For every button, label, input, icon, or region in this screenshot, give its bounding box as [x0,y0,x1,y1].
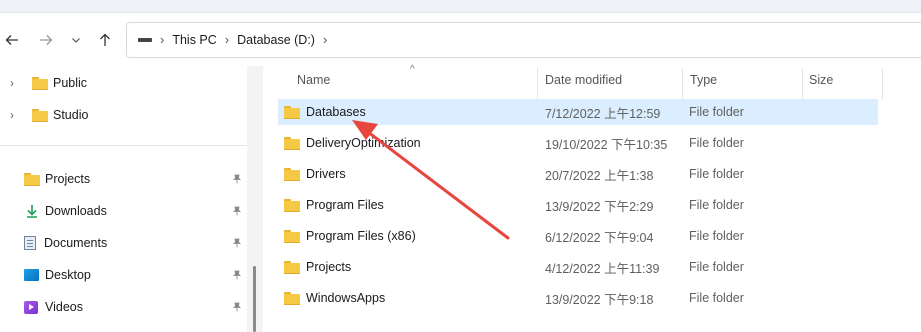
quick-access-desktop[interactable]: Desktop [24,264,91,286]
pin-icon[interactable] [232,270,242,280]
nav-item-label: Desktop [45,268,91,282]
folder-icon [284,167,300,181]
pin-icon[interactable] [232,238,242,248]
nav-item-label: Documents [44,236,108,250]
column-header-size[interactable]: Size [809,66,833,94]
file-type: File folder [689,167,744,181]
table-row[interactable]: Program Files (x86) 6/12/2022 下午9:04 Fil… [278,223,878,249]
back-button[interactable] [0,28,24,52]
file-name: Drivers [306,167,346,181]
breadcrumb: › This PC › Database (D:) › [136,32,335,47]
file-name-cell: DeliveryOptimization [284,130,421,156]
file-name-cell: Projects [284,254,351,280]
date-modified: 19/10/2022 下午10:35 [545,137,668,152]
download-icon [27,205,37,218]
nav-item-label: Public [53,76,88,90]
pin-icon[interactable] [232,174,242,184]
sort-ascending-icon: ^ [410,64,415,75]
folder-icon [32,76,48,90]
table-row[interactable]: Projects 4/12/2022 上午11:39 File folder [278,254,878,280]
file-name: DeliveryOptimization [306,136,421,150]
window-top-strip [0,0,921,13]
column-divider[interactable] [537,68,538,100]
chevron-down-icon [72,38,80,43]
chevron-right-icon[interactable]: › [10,76,22,90]
breadcrumb-database-d[interactable]: Database (D:) [237,33,315,47]
file-name: Projects [306,260,352,274]
column-header-date[interactable]: Date modified [545,66,622,94]
folder-icon [284,105,300,119]
arrow-up-icon [100,33,110,46]
recent-locations-button[interactable] [64,28,88,52]
file-name-cell: Program Files [284,192,384,218]
file-name: WindowsApps [306,291,386,305]
file-type: File folder [689,136,744,150]
column-divider[interactable] [682,68,683,100]
file-type: File folder [689,260,744,274]
file-name: Program Files [306,198,384,212]
folder-icon [284,291,300,305]
date-modified: 6/12/2022 下午9:04 [545,230,654,245]
folder-icon [284,229,300,243]
documents-icon [24,236,36,250]
breadcrumb-separator[interactable]: › [225,32,229,47]
date-modified: 4/12/2022 上午11:39 [545,261,660,276]
quick-access-projects[interactable]: Projects [24,168,90,190]
folder-icon [284,136,300,150]
nav-item-label: Videos [45,300,83,314]
drive-icon [138,37,152,42]
videos-icon [24,300,38,314]
nav-item-studio[interactable]: › Studio [10,104,88,126]
quick-access-downloads[interactable]: Downloads [24,200,107,222]
file-name-cell: WindowsApps [284,285,385,311]
date-modified: 7/12/2022 上午12:59 [545,106,661,121]
date-modified: 13/9/2022 下午2:29 [545,199,654,214]
arrow-right-icon [40,35,53,45]
up-button[interactable] [93,28,117,52]
arrow-left-icon [5,35,18,45]
file-type: File folder [689,229,744,243]
file-name-cell: Program Files (x86) [284,223,416,249]
nav-item-public[interactable]: › Public [10,72,87,94]
folder-icon [32,108,48,122]
breadcrumb-this-pc[interactable]: This PC [172,33,216,47]
column-divider[interactable] [802,68,803,100]
folder-icon [284,260,300,274]
quick-access-documents[interactable]: Documents [24,232,107,254]
table-row[interactable]: Program Files 13/9/2022 下午2:29 File fold… [278,192,878,218]
pin-icon[interactable] [232,302,242,312]
file-type: File folder [689,198,744,212]
column-header-name[interactable]: Name [297,66,330,94]
nav-item-label: Projects [45,172,91,186]
nav-divider [0,145,247,146]
column-header-type[interactable]: Type [690,66,717,94]
file-name: Program Files (x86) [306,229,416,243]
desktop-icon [24,269,39,281]
breadcrumb-separator[interactable]: › [323,32,327,47]
folder-icon [24,172,40,186]
table-row[interactable]: WindowsApps 13/9/2022 下午9:18 File folder [278,285,878,311]
pin-icon[interactable] [232,206,242,216]
quick-access-videos[interactable]: Videos [24,296,83,318]
nav-scrollbar[interactable] [253,266,256,332]
table-row[interactable]: DeliveryOptimization 19/10/2022 下午10:35 … [278,130,878,156]
file-type: File folder [689,291,744,305]
file-type: File folder [689,105,744,119]
file-name-cell: Databases [284,99,366,125]
nav-item-label: Studio [53,108,89,122]
chevron-right-icon[interactable]: › [10,108,22,122]
column-divider[interactable] [882,68,883,100]
folder-icon [284,198,300,212]
date-modified: 13/9/2022 下午9:18 [545,292,654,307]
nav-item-label: Downloads [45,204,107,218]
file-name-cell: Drivers [284,161,346,187]
date-modified: 20/7/2022 上午1:38 [545,168,654,183]
breadcrumb-separator[interactable]: › [160,32,164,47]
table-row[interactable]: Databases 7/12/2022 上午12:59 File folder [278,99,878,125]
file-name: Databases [306,105,366,119]
forward-button[interactable] [34,28,58,52]
table-row[interactable]: Drivers 20/7/2022 上午1:38 File folder [278,161,878,187]
